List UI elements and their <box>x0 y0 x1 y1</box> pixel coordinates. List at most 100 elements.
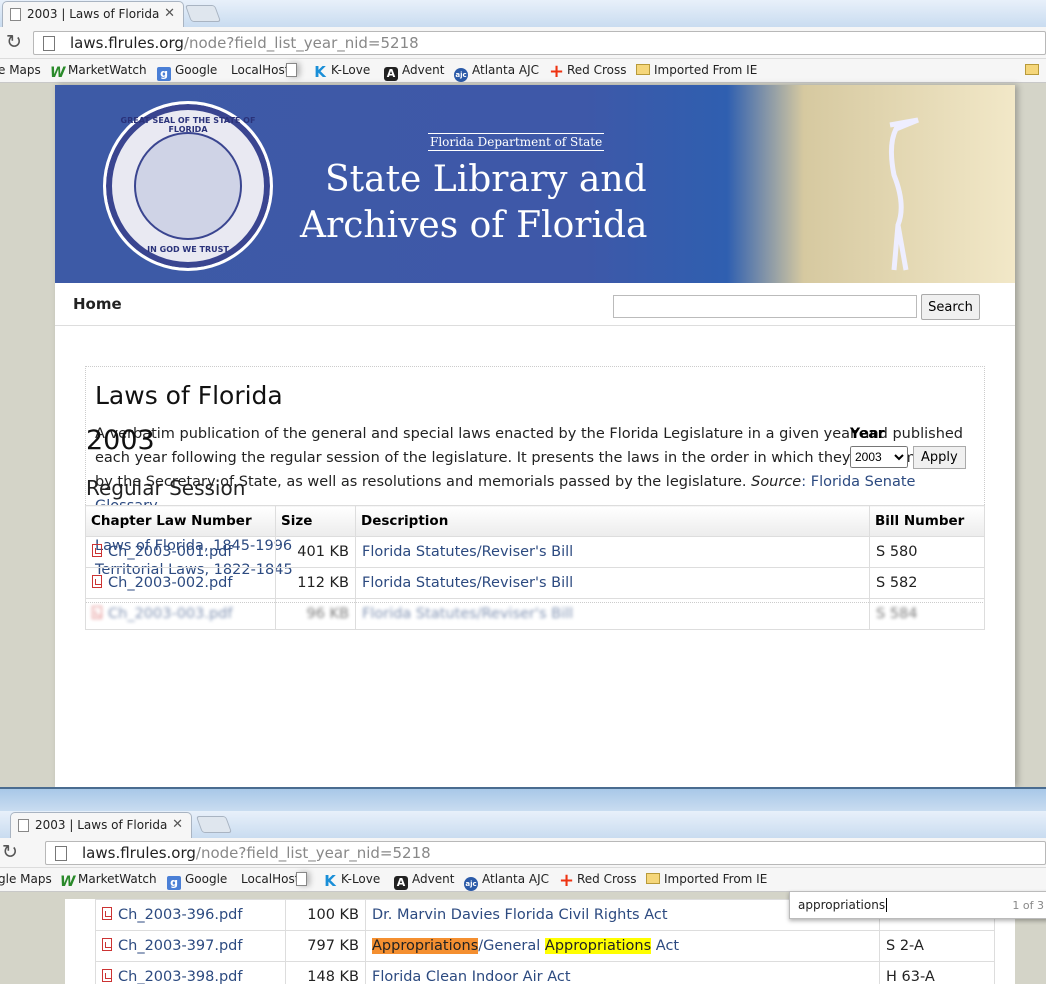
pdf-icon <box>102 969 112 982</box>
description-link[interactable]: Florida Statutes/Reviser's Bill <box>355 536 870 568</box>
col-description[interactable]: Description <box>355 505 870 537</box>
reload-icon[interactable]: ↻ <box>6 31 22 53</box>
site-search-input[interactable] <box>613 295 917 318</box>
marketwatch-icon: W <box>60 874 76 890</box>
description-link[interactable]: Florida Statutes/Reviser's Bill <box>355 567 870 599</box>
bookmark-klove[interactable]: K K-Love <box>313 63 370 81</box>
description-link[interactable]: Appropriations/General Appropriations Ac… <box>365 930 880 962</box>
address-bar[interactable]: laws.flrules.org/node?field_list_year_ni… <box>33 31 1046 55</box>
bookmark-maps[interactable]: gle Maps <box>0 872 52 886</box>
url-host: laws.flrules.org <box>82 844 196 862</box>
chapter-link[interactable]: Ch_2003-397.pdf <box>95 930 286 962</box>
url-path: /node?field_list_year_nid=5218 <box>195 844 431 862</box>
search-button[interactable]: Search <box>921 294 980 320</box>
bookmark-ajc[interactable]: ajc Atlanta AJC <box>464 872 549 891</box>
bookmark-ajc[interactable]: ajc Atlanta AJC <box>454 63 539 82</box>
pdf-icon <box>92 606 102 619</box>
ajc-icon: ajc <box>454 68 468 82</box>
address-bar[interactable]: laws.flrules.org/node?field_list_year_ni… <box>45 841 1046 865</box>
browser-tab[interactable]: 2003 | Laws of Florida ✕ <box>2 1 184 27</box>
browser-toolbar: ↻ laws.flrules.org/node?field_list_year_… <box>0 838 1046 868</box>
heron-illustration <box>888 117 919 271</box>
chapter-link[interactable]: Ch_2003-398.pdf <box>95 961 286 984</box>
bookmarks-bar: gle Maps W MarketWatch g Google LocalHost … <box>0 868 1046 892</box>
bookmark-klove[interactable]: K K-Love <box>323 872 380 890</box>
laws-table: Chapter Law Number Size Description Bill… <box>85 505 985 630</box>
description-link[interactable]: Florida Statutes/Reviser's Bill <box>355 598 870 630</box>
browser-toolbar: ↻ laws.flrules.org/node?field_list_year_… <box>0 27 1046 59</box>
folder-icon <box>1025 64 1039 75</box>
page-favicon-icon <box>10 8 21 21</box>
bookmark-imported[interactable]: Imported From IE <box>646 872 767 886</box>
new-tab-button[interactable] <box>195 816 233 833</box>
reload-icon[interactable]: ↻ <box>2 841 18 863</box>
new-tab-button[interactable] <box>184 5 222 22</box>
tab-strip-2: 2003 | Laws of Florida ✕ <box>0 811 1046 838</box>
advent-icon: A <box>394 876 408 890</box>
main-nav: Home Search <box>55 283 1015 326</box>
page-icon <box>43 36 55 51</box>
site-banner: GREAT SEAL OF THE STATE OF FLORIDA IN GO… <box>55 85 1015 283</box>
klove-icon: K <box>324 872 336 890</box>
bookmark-advent[interactable]: A Advent <box>394 872 454 890</box>
year-heading: 2003 <box>86 425 155 456</box>
chapter-link[interactable]: Ch_2003-002.pdf <box>85 567 276 599</box>
col-chapter[interactable]: Chapter Law Number <box>85 505 276 537</box>
bookmark-localhost[interactable]: LocalHost <box>241 872 307 886</box>
close-tab-icon[interactable]: ✕ <box>164 6 175 21</box>
site-title-line1: State Library and <box>325 159 647 200</box>
page-favicon-icon <box>18 819 29 832</box>
browser-window-top: 2003 | Laws of Florida ✕ ↻ laws.flrules.… <box>0 0 1046 787</box>
year-label: Year <box>850 426 885 442</box>
red-cross-icon: + <box>559 870 575 891</box>
find-count: 1 of 3 <box>1012 899 1044 912</box>
table-row: Ch_2003-001.pdf 401 KB Florida Statutes/… <box>85 536 985 568</box>
bookmark-redcross[interactable]: + Red Cross <box>559 870 637 891</box>
bookmark-advent[interactable]: A Advent <box>384 63 444 81</box>
table-row: Ch_2003-002.pdf 112 KB Florida Statutes/… <box>85 567 985 599</box>
chapter-link[interactable]: Ch_2003-003.pdf <box>85 598 276 630</box>
bookmark-google[interactable]: g Google <box>167 872 227 890</box>
bookmark-maps[interactable]: e Maps <box>0 63 41 77</box>
ajc-icon: ajc <box>464 877 478 891</box>
google-icon: g <box>157 67 171 81</box>
chapter-link[interactable]: Ch_2003-396.pdf <box>95 899 286 931</box>
col-bill[interactable]: Bill Number <box>869 505 985 537</box>
description-link[interactable]: Florida Clean Indoor Air Act <box>365 961 880 984</box>
pdf-icon <box>92 544 102 557</box>
find-input[interactable]: appropriations <box>798 898 885 912</box>
page-content: GREAT SEAL OF THE STATE OF FLORIDA IN GO… <box>55 85 1015 787</box>
tab-strip <box>0 789 1046 811</box>
table-row: Ch_2003-398.pdf 148 KB Florida Clean Ind… <box>95 961 995 984</box>
bookmark-marketwatch[interactable]: W MarketWatch <box>60 872 157 889</box>
tab-strip: 2003 | Laws of Florida ✕ <box>0 0 1046 27</box>
session-heading: Regular Session <box>86 476 246 500</box>
bookmark-localhost[interactable]: LocalHost <box>231 63 297 77</box>
page-icon <box>296 872 307 886</box>
chapter-link[interactable]: Ch_2003-001.pdf <box>85 536 276 568</box>
pdf-icon <box>92 575 102 588</box>
florida-seal-logo: GREAT SEAL OF THE STATE OF FLORIDA IN GO… <box>103 101 273 271</box>
apply-button[interactable]: Apply <box>913 446 966 469</box>
bookmark-redcross[interactable]: + Red Cross <box>549 63 627 81</box>
klove-icon: K <box>314 63 326 81</box>
site-title-line2: Archives of Florida <box>300 205 648 246</box>
table-row: Ch_2003-397.pdf 797 KB Appropriations/Ge… <box>95 930 995 962</box>
nav-home-link[interactable]: Home <box>73 295 122 313</box>
bookmark-marketwatch[interactable]: W MarketWatch <box>50 63 147 80</box>
bookmark-google[interactable]: g Google <box>157 63 217 81</box>
browser-window-bottom: 2003 | Laws of Florida ✕ ↻ laws.flrules.… <box>0 787 1046 984</box>
find-bar[interactable]: appropriations 1 of 3 <box>789 891 1046 919</box>
page-icon <box>286 63 297 77</box>
url-path: /node?field_list_year_nid=5218 <box>183 34 419 52</box>
close-tab-icon[interactable]: ✕ <box>172 817 183 832</box>
bookmark-imported[interactable]: Imported From IE <box>636 63 757 77</box>
tab-title: 2003 | Laws of Florida <box>27 7 160 21</box>
browser-tab[interactable]: 2003 | Laws of Florida ✕ <box>10 812 192 838</box>
find-match-active: Appropriations <box>372 938 479 954</box>
other-bookmarks-folder[interactable] <box>1025 63 1043 77</box>
folder-icon <box>646 873 660 884</box>
year-select[interactable]: 2003 <box>850 446 908 468</box>
pdf-icon <box>102 907 112 920</box>
col-size[interactable]: Size <box>275 505 356 537</box>
